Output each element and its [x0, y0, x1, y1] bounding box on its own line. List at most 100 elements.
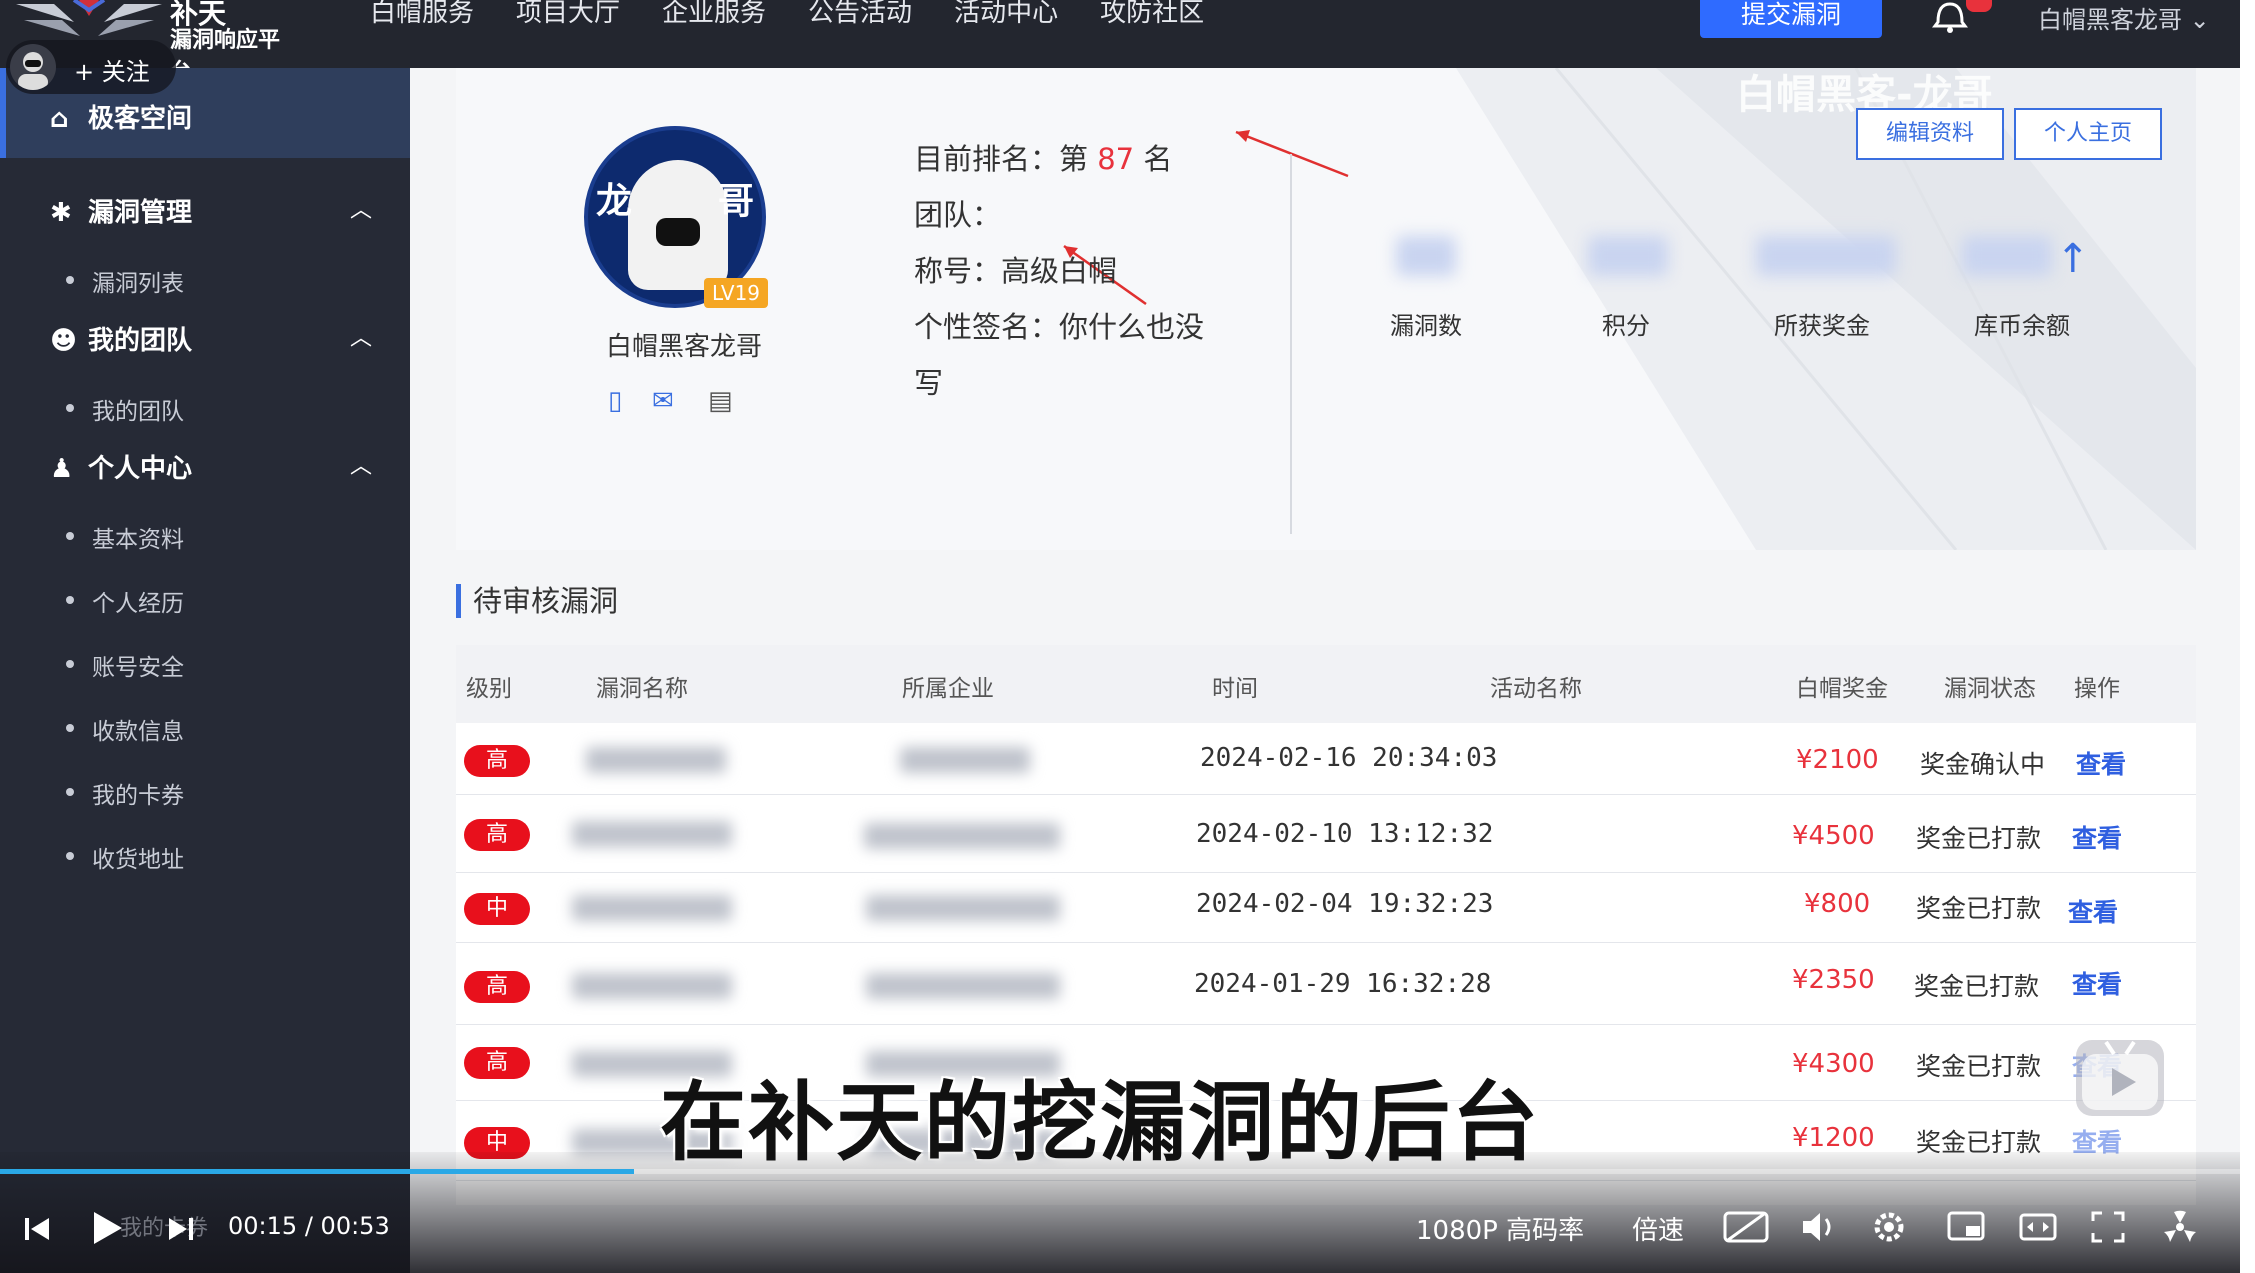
rank-line: 目前排名：第 87 名	[914, 142, 1173, 176]
nav-item-activity-center[interactable]: 活动中心	[954, 0, 1058, 26]
view-link[interactable]: 查看	[2076, 745, 2126, 781]
picture-in-picture-icon[interactable]	[1946, 1210, 1986, 1244]
follow-button[interactable]: + 关注	[6, 40, 176, 94]
chevron-up-icon[interactable]: ︿	[350, 192, 372, 224]
stat-label-vulns: 漏洞数	[1390, 312, 1462, 340]
edit-profile-button[interactable]: 编辑资料	[1856, 108, 2004, 160]
bug-icon: ✱	[50, 198, 72, 228]
vuln-name-blurred	[572, 973, 732, 999]
nav-menu: 白帽服务 项目大厅 企业服务 公告活动 活动中心 攻防社区	[370, 0, 1204, 26]
col-time: 时间	[1212, 676, 1258, 702]
follow-label: + 关注	[74, 58, 150, 86]
quality-selector[interactable]: 1080P 高码率	[1416, 1210, 1584, 1247]
cell-reward: ¥4300	[1792, 1049, 1875, 1079]
subtitle-off-icon[interactable]	[1722, 1210, 1770, 1244]
team-icon: ☻	[50, 326, 78, 356]
cell-time: 2024-01-29 16:32:28	[1194, 969, 1492, 999]
company-blurred	[864, 823, 1060, 849]
nav-item-announcements[interactable]: 公告活动	[808, 0, 912, 26]
bell-icon[interactable]	[1930, 0, 1970, 34]
nav-item-project-hall[interactable]: 项目大厅	[516, 0, 620, 26]
view-link[interactable]: 查看	[2068, 893, 2118, 929]
vuln-name-blurred	[586, 747, 726, 773]
stat-label-bounty: 所获奖金	[1774, 312, 1870, 340]
settings-icon[interactable]	[1870, 1208, 1908, 1246]
sidebar-item-account-security[interactable]: 账号安全	[66, 648, 184, 682]
company-blurred	[866, 973, 1060, 999]
sidebar: ⌂ 极客空间 ✱ 漏洞管理 ︿ 漏洞列表 ☻ 我的团队 ︿ 我的团队 ♟ 个人中心 ︿ …	[0, 68, 410, 1273]
cell-status: 奖金已打款	[1914, 972, 2040, 1001]
submit-vulnerability-button[interactable]: 提交漏洞	[1700, 0, 1882, 38]
time-readout: 00:15 / 00:53	[228, 1212, 390, 1240]
personal-homepage-button[interactable]: 个人主页	[2014, 108, 2162, 160]
cell-reward: ¥800	[1804, 889, 1871, 919]
vuln-name-blurred	[572, 895, 732, 921]
table-row: 中 2024-02-04 19:32:23 ¥800 奖金已打款 查看	[456, 873, 2196, 943]
cell-reward: ¥2100	[1796, 745, 1879, 775]
user-icon: ♟	[50, 454, 74, 484]
level-badge-high: 高	[464, 819, 530, 851]
sidebar-item-my-team[interactable]: 我的团队	[66, 392, 184, 426]
level-badge-medium: 中	[464, 893, 530, 925]
cell-reward: ¥4500	[1792, 821, 1875, 851]
view-link[interactable]: 查看	[2072, 819, 2122, 855]
uploader-avatar	[10, 44, 56, 90]
col-reward: 白帽奖金	[1796, 676, 1888, 702]
col-action: 操作	[2074, 676, 2120, 702]
nav-item-enterprise-service[interactable]: 企业服务	[662, 0, 766, 26]
sidebar-group-personal-center[interactable]: ♟ 个人中心	[50, 448, 192, 485]
stat-value-blurred	[1756, 236, 1896, 276]
chevron-up-icon[interactable]: ︿	[350, 320, 372, 352]
cell-status: 奖金已打款	[1916, 894, 2042, 923]
sidebar-item-experience[interactable]: 个人经历	[66, 584, 184, 618]
company-blurred	[900, 747, 1030, 773]
cell-reward: ¥2350	[1792, 965, 1875, 995]
speed-selector[interactable]: 倍速	[1632, 1210, 1684, 1247]
col-level: 级别	[466, 676, 512, 702]
stat-value-blurred	[1588, 236, 1668, 276]
team-line: 团队：	[914, 198, 1002, 232]
cell-reward: ¥1200	[1792, 1123, 1875, 1153]
previous-icon[interactable]	[22, 1214, 52, 1244]
tv-mascot-icon[interactable]	[2076, 1040, 2164, 1116]
view-link[interactable]: 查看	[2072, 965, 2122, 1001]
cell-time: 2024-02-16 20:34:03	[1200, 743, 1498, 773]
sidebar-item-vuln-list[interactable]: 漏洞列表	[66, 264, 184, 298]
top-nav: 补天 漏洞响应平台 白帽服务 项目大厅 企业服务 公告活动 活动中心 攻防社区 …	[0, 0, 2240, 85]
company-blurred	[866, 895, 1060, 921]
cell-time: 2024-02-10 13:12:32	[1196, 819, 1494, 849]
signature-line: 个性签名：你什么也没	[914, 310, 1205, 344]
stat-label-coins: 库币余额	[1974, 312, 2070, 340]
next-icon[interactable]	[166, 1214, 196, 1244]
current-time: 00:15	[228, 1212, 298, 1240]
cell-status: 奖金已打款	[1916, 824, 2042, 853]
duration: 00:53	[320, 1212, 390, 1240]
sidebar-item-basic-info[interactable]: 基本资料	[66, 520, 184, 554]
table-row: 高 2024-02-16 20:34:03 ¥2100 奖金确认中 查看	[456, 725, 2196, 795]
sidebar-group-vuln-management[interactable]: ✱ 漏洞管理	[50, 192, 192, 229]
nav-item-community[interactable]: 攻防社区	[1100, 0, 1204, 26]
cell-status: 奖金已打款	[1916, 1052, 2042, 1081]
fullscreen-icon[interactable]	[2090, 1210, 2126, 1244]
table-row: 高 2024-02-10 13:12:32 ¥4500 奖金已打款 查看	[456, 795, 2196, 873]
radiation-icon[interactable]	[2160, 1208, 2200, 1246]
stat-label-points: 积分	[1602, 312, 1650, 340]
nav-item-whitehat-service[interactable]: 白帽服务	[370, 0, 474, 26]
rank-number: 87	[1097, 142, 1135, 176]
sidebar-item-shipping-address[interactable]: 收货地址	[66, 840, 184, 874]
video-frame[interactable]: 补天 漏洞响应平台 白帽服务 项目大厅 企业服务 公告活动 活动中心 攻防社区 …	[0, 0, 2240, 1273]
sidebar-item-my-coupons[interactable]: 我的卡券	[66, 776, 184, 810]
cell-status: 奖金确认中	[1920, 750, 2046, 779]
table-row: 高 2024-01-29 16:32:28 ¥2350 奖金已打款 查看	[456, 943, 2196, 1025]
stat-value-blurred	[1396, 236, 1456, 276]
vuln-name-blurred	[572, 821, 732, 847]
user-menu[interactable]: 白帽黑客龙哥 ⌄	[2038, 0, 2210, 35]
volume-icon[interactable]	[1800, 1210, 1838, 1244]
progress-fill[interactable]	[0, 1169, 634, 1174]
sidebar-item-payment-info[interactable]: 收款信息	[66, 712, 184, 746]
title-line: 称号：高级白帽	[914, 254, 1118, 288]
chevron-up-icon[interactable]: ︿	[350, 448, 372, 480]
screen: 补天 漏洞响应平台 白帽服务 项目大厅 企业服务 公告活动 活动中心 攻防社区 …	[0, 0, 2255, 1273]
sidebar-group-my-team[interactable]: ☻ 我的团队	[50, 320, 192, 357]
wide-mode-icon[interactable]	[2018, 1210, 2058, 1244]
